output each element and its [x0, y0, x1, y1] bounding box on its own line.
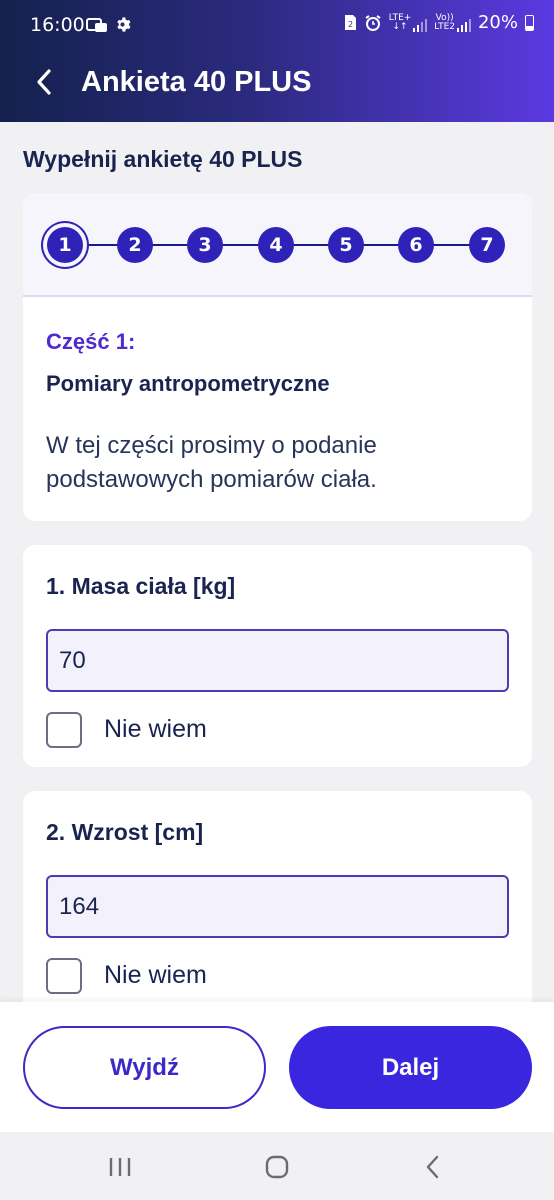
dont-know-checkbox[interactable]: [46, 712, 82, 748]
chevron-left-icon: [37, 69, 51, 95]
part-name: Pomiary antropometryczne: [46, 371, 330, 396]
app-bar: Ankieta 40 PLUS: [0, 52, 554, 122]
next-button[interactable]: Dalej: [289, 1026, 532, 1109]
question-title: 2. Wzrost [cm]: [46, 819, 204, 845]
question-card-weight: 1. Masa ciała [kg] Nie wiem: [23, 545, 532, 767]
weight-input[interactable]: [46, 629, 509, 692]
page-title: Wypełnij ankietę 40 PLUS: [23, 146, 303, 172]
battery-icon: [525, 14, 534, 31]
gear-icon: [117, 17, 131, 32]
lte-label: LTE+: [388, 12, 412, 23]
step-2[interactable]: 2: [117, 227, 153, 263]
step-5[interactable]: 5: [328, 227, 364, 263]
bottom-action-bar: Wyjdź Dalej: [0, 1002, 554, 1132]
exit-button[interactable]: Wyjdź: [23, 1026, 266, 1109]
back-button[interactable]: [26, 62, 62, 102]
status-left-icons: [86, 16, 131, 33]
height-input[interactable]: [46, 875, 509, 938]
status-time: 16:00: [30, 14, 85, 36]
question-card-height: 2. Wzrost [cm] Nie wiem: [23, 791, 532, 1021]
part-label: Część 1:: [46, 329, 136, 354]
step-1[interactable]: 1: [47, 227, 83, 263]
chevron-left-icon: [426, 1155, 439, 1179]
question-title: 1. Masa ciała [kg]: [46, 573, 236, 599]
alarm-icon: [365, 14, 381, 31]
dont-know-checkbox[interactable]: [46, 958, 82, 994]
step-7[interactable]: 7: [469, 227, 505, 263]
status-bar: 16:00 2 LTE+ ↓↑ Vo)) LTE2 20%: [0, 0, 554, 52]
status-right-icons: 2 LTE+ ↓↑ Vo)) LTE2 20%: [344, 12, 534, 33]
part-card: 1 2 3 4 5 6 7 Część 1: Pomiary antropome…: [23, 193, 532, 521]
dont-know-label[interactable]: Nie wiem: [104, 961, 207, 990]
part-description: W tej części prosimy o podanie podstawow…: [46, 432, 377, 493]
signal-icon: [413, 18, 428, 32]
system-nav-bar: [0, 1132, 554, 1200]
lte-indicator: LTE+ ↓↑: [388, 12, 428, 32]
step-3[interactable]: 3: [187, 227, 223, 263]
dont-know-label[interactable]: Nie wiem: [104, 715, 207, 744]
home-icon: [265, 1155, 289, 1179]
svg-text:2: 2: [348, 20, 353, 29]
signal-icon-2: [456, 18, 471, 32]
stepper: 1 2 3 4 5 6 7: [23, 193, 532, 297]
step-4[interactable]: 4: [258, 227, 294, 263]
notification-icon: [86, 17, 107, 32]
header: 16:00 2 LTE+ ↓↑ Vo)) LTE2 20% Ankieta 40…: [0, 0, 554, 122]
app-title: Ankieta 40 PLUS: [81, 66, 312, 98]
lte2-label: LTE2: [434, 21, 455, 32]
sim-icon: 2: [344, 15, 356, 30]
recent-apps-icon: [109, 1158, 131, 1176]
volte-indicator: Vo)) LTE2: [434, 13, 471, 32]
battery-percent: 20%: [477, 12, 518, 33]
step-6[interactable]: 6: [398, 227, 434, 263]
home-button[interactable]: [257, 1152, 297, 1182]
system-back-button[interactable]: [413, 1152, 453, 1182]
recent-apps-button[interactable]: [100, 1152, 140, 1182]
